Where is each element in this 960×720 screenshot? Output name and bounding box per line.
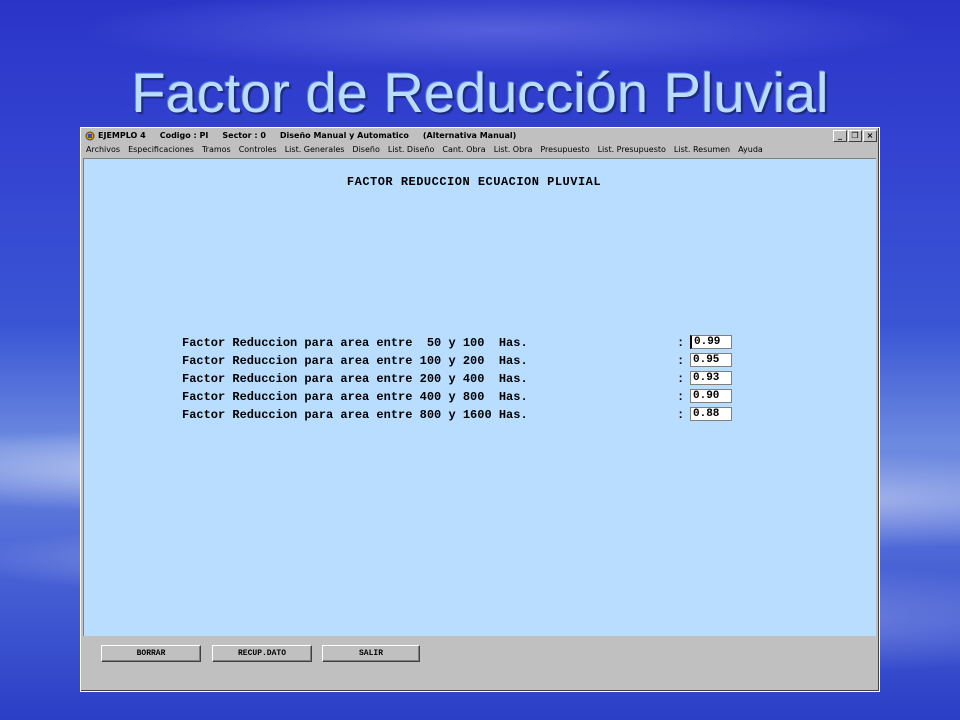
factor-row-50-100: Factor Reduccion para area entre 50 y 10…: [182, 335, 742, 351]
menu-controles[interactable]: Controles: [236, 145, 282, 154]
window-title-sector: Sector : 0: [222, 131, 266, 140]
menu-diseno[interactable]: Diseño: [349, 145, 384, 154]
factor-colon: :: [677, 336, 685, 350]
factor-colon: :: [677, 390, 685, 404]
factor-label: Factor Reduccion para area entre 100 y 2…: [182, 354, 528, 368]
borrar-button[interactable]: BORRAR: [101, 645, 201, 662]
restore-button[interactable]: ❐: [848, 129, 862, 142]
close-button[interactable]: ×: [863, 129, 877, 142]
menu-tramos[interactable]: Tramos: [199, 145, 236, 154]
factor-row-400-800: Factor Reduccion para area entre 400 y 8…: [182, 389, 742, 405]
factor-input-50-100[interactable]: 0.99: [690, 335, 732, 349]
menu-cant-obra[interactable]: Cant. Obra: [439, 145, 490, 154]
factor-label: Factor Reduccion para area entre 800 y 1…: [182, 408, 528, 422]
menu-presupuesto[interactable]: Presupuesto: [537, 145, 594, 154]
menu-list-presupuesto[interactable]: List. Presupuesto: [595, 145, 671, 154]
menu-archivos[interactable]: Archivos: [83, 145, 125, 154]
menu-bar: Archivos Especificaciones Tramos Control…: [83, 143, 877, 156]
factor-input-100-200[interactable]: 0.95: [690, 353, 732, 367]
factor-label: Factor Reduccion para area entre 400 y 8…: [182, 390, 528, 404]
menu-list-generales[interactable]: List. Generales: [282, 145, 350, 154]
factor-row-100-200: Factor Reduccion para area entre 100 y 2…: [182, 353, 742, 369]
window-title-codigo: Codigo : PI: [159, 131, 209, 140]
minimize-button[interactable]: _: [833, 129, 847, 142]
menu-list-obra[interactable]: List. Obra: [491, 145, 538, 154]
factor-input-400-800[interactable]: 0.90: [690, 389, 732, 403]
form-area: FACTOR REDUCCION ECUACION PLUVIAL Factor…: [83, 158, 876, 636]
menu-especificaciones[interactable]: Especificaciones: [125, 145, 199, 154]
salir-button[interactable]: SALIR: [322, 645, 420, 662]
factor-label: Factor Reduccion para area entre 50 y 10…: [182, 336, 528, 350]
menu-ayuda[interactable]: Ayuda: [735, 145, 768, 154]
button-panel: BORRAR RECUP.DATO SALIR: [83, 637, 875, 687]
factor-row-800-1600: Factor Reduccion para area entre 800 y 1…: [182, 407, 742, 423]
form-title: FACTOR REDUCCION ECUACION PLUVIAL: [346, 175, 602, 189]
factor-colon: :: [677, 354, 685, 368]
slide-title: Factor de Reducción Pluvial: [131, 61, 829, 124]
app-window: EJEMPLO 4 Codigo : PI Sector : 0 Diseño …: [80, 127, 880, 692]
factor-colon: :: [677, 408, 685, 422]
factor-input-200-400[interactable]: 0.93: [690, 371, 732, 385]
app-icon: [85, 131, 95, 141]
recup-dato-button[interactable]: RECUP.DATO: [212, 645, 312, 662]
window-title-alternative: (Alternativa Manual): [422, 131, 517, 140]
window-title-mode: Diseño Manual y Automatico: [279, 131, 409, 140]
factor-row-200-400: Factor Reduccion para area entre 200 y 4…: [182, 371, 742, 387]
factor-input-800-1600[interactable]: 0.88: [690, 407, 732, 421]
menu-list-diseno[interactable]: List. Diseño: [385, 145, 440, 154]
factor-colon: :: [677, 372, 685, 386]
factor-label: Factor Reduccion para area entre 200 y 4…: [182, 372, 528, 386]
menu-list-resumen[interactable]: List. Resumen: [671, 145, 735, 154]
window-title-project: EJEMPLO 4: [98, 131, 146, 140]
window-titlebar[interactable]: EJEMPLO 4 Codigo : PI Sector : 0 Diseño …: [83, 129, 877, 142]
